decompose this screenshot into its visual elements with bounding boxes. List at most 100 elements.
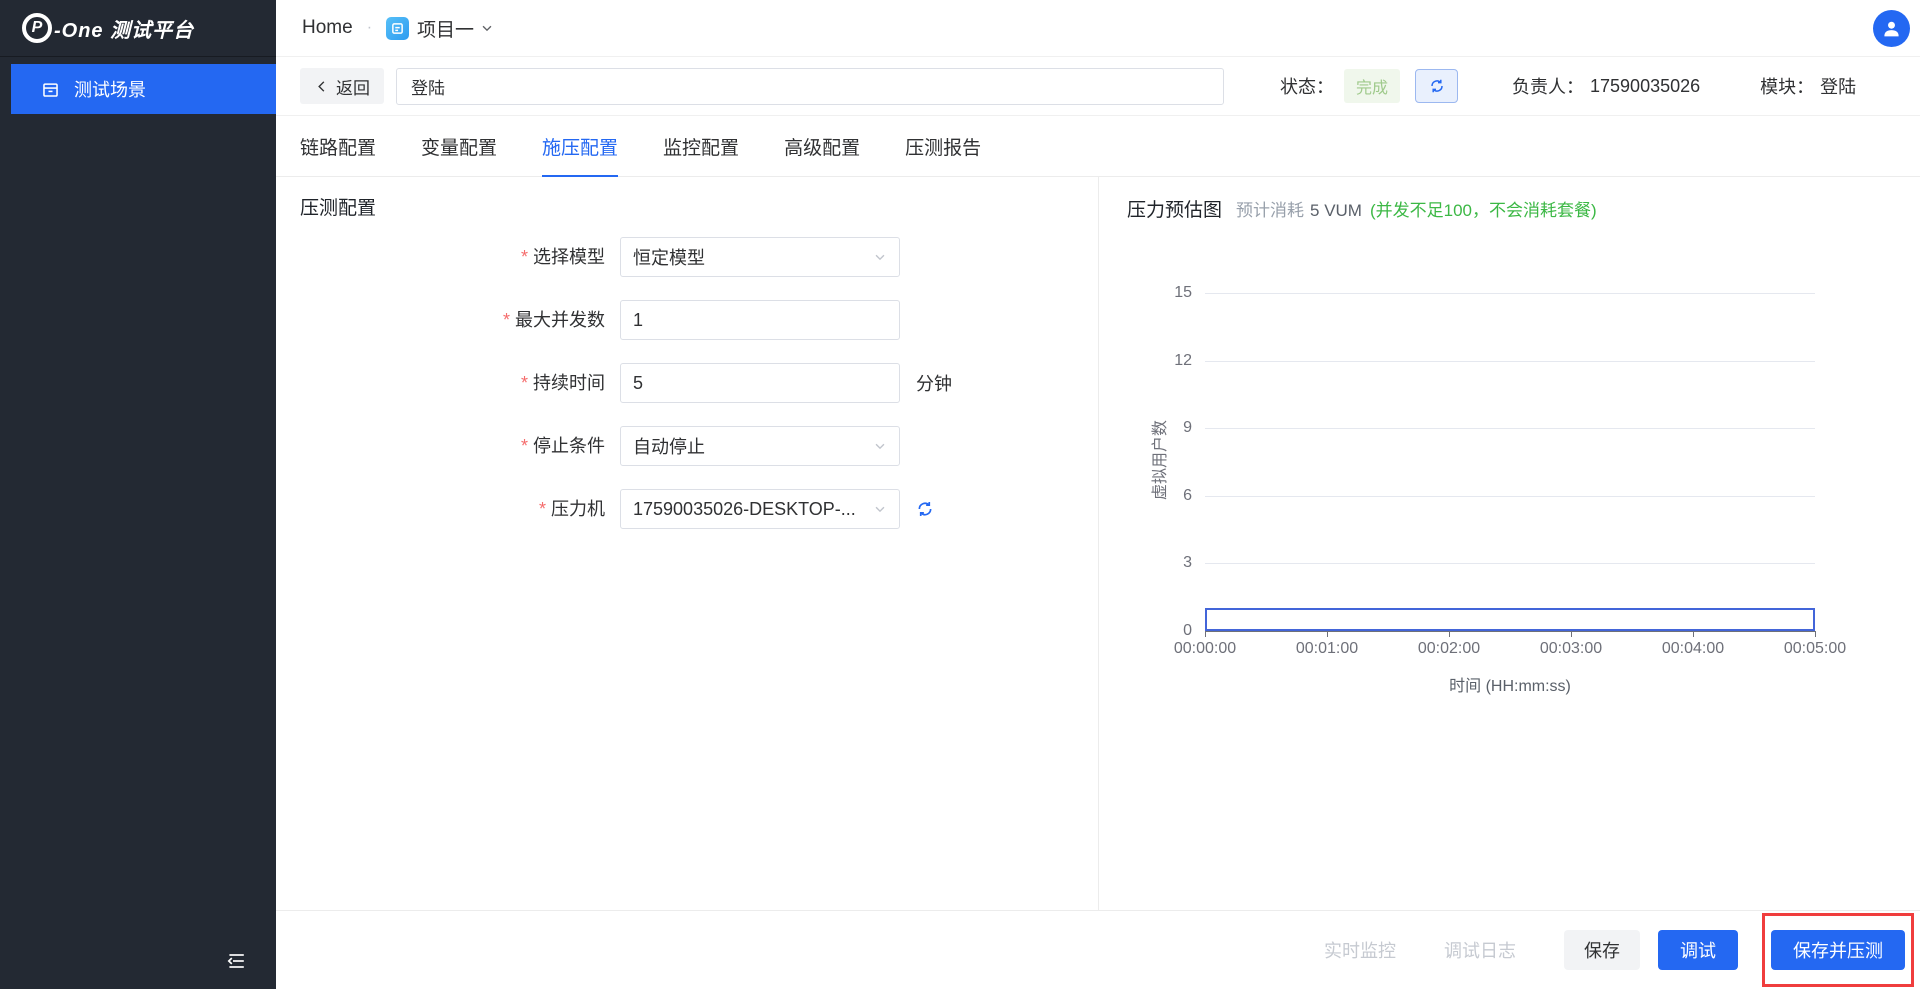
chart-title: 压力预估图 [1127,195,1222,222]
chart-x-tickmark [1571,631,1572,637]
chart-y-tick: 15 [1174,284,1192,302]
chart-x-tick: 00:04:00 [1662,640,1724,658]
debug-log-link[interactable]: 调试日志 [1444,937,1516,963]
chart-y-tick: 3 [1183,554,1192,572]
pressure-estimate-panel: 压力预估图 预计消耗 5 VUM (并发不足100，不会消耗套餐) 虚拟用户数 … [1098,177,1920,910]
chevron-down-icon [873,502,887,516]
stop-condition-select[interactable]: 自动停止 [620,426,900,466]
owner-label: 负责人： [1512,73,1584,99]
tab-variable-config[interactable]: 变量配置 [421,116,497,177]
chart-x-tick: 00:05:00 [1784,640,1846,658]
tab-test-report[interactable]: 压测报告 [905,116,981,177]
realtime-monitor-link[interactable]: 实时监控 [1324,937,1396,963]
chart-x-tick: 00:01:00 [1296,640,1358,658]
required-mark: * [521,373,528,393]
tab-link-config[interactable]: 链路配置 [300,116,376,177]
main-content: 压测配置 *选择模型 恒定模型 *最大并发数 *持续时间 分钟 *停止条件 自动… [276,177,1920,910]
required-mark: * [521,436,528,456]
action-bar: 实时监控 调试日志 保存 调试 保存并压测 [276,910,1920,989]
config-tabs: 链路配置 变量配置 施压配置 监控配置 高级配置 压测报告 [276,116,1920,177]
chart-y-tick: 6 [1183,487,1192,505]
sidebar-item-test-scenario[interactable]: 测试场景 [11,64,276,114]
chart-gridline [1205,428,1815,429]
sidebar-collapse-icon[interactable] [222,947,250,975]
chart-x-tick: 00:02:00 [1418,640,1480,658]
status-badge: 完成 [1344,69,1400,103]
chart-x-axis-label: 时间 (HH:mm:ss) [1449,672,1571,696]
scenario-box-icon [41,80,60,99]
logo-letter: P [32,19,43,37]
chart-x-tick: 00:03:00 [1540,640,1602,658]
chart-x-tickmark [1449,631,1450,637]
form-row-duration: *持续时间 分钟 [276,363,952,403]
chart-series-constant-load [1205,608,1815,631]
back-button[interactable]: 返回 [300,68,384,104]
chart-y-tick: 12 [1174,352,1192,370]
required-mark: * [503,310,510,330]
arrow-left-icon [314,79,329,94]
form-row-model: *选择模型 恒定模型 [276,237,900,277]
breadcrumb-home[interactable]: Home [302,17,353,39]
refresh-status-button[interactable] [1415,69,1458,103]
module-value: 登陆 [1820,73,1856,99]
debug-button[interactable]: 调试 [1658,930,1738,970]
model-select-value: 恒定模型 [633,244,705,270]
chart-subtitle-prefix: 预计消耗 [1236,196,1304,221]
scenario-name-input[interactable] [396,68,1224,105]
chart-gridline [1205,563,1815,564]
owner-value: 17590035026 [1590,76,1700,97]
chart-gridline [1205,293,1815,294]
save-and-test-button[interactable]: 保存并压测 [1771,930,1905,970]
tab-pressure-config[interactable]: 施压配置 [542,116,618,177]
refresh-icon [916,500,934,518]
chart-y-tick: 0 [1183,622,1192,640]
owner-group: 负责人： 17590035026 [1512,73,1700,99]
scenario-toolbar: 返回 状态： 完成 负责人： 17590035026 模块： 登陆 [276,57,1920,116]
field-label: *停止条件 [276,426,605,466]
project-name: 项目一 [417,15,474,42]
refresh-load-generator-button[interactable] [916,500,934,518]
form-row-stop-condition: *停止条件 自动停止 [276,426,900,466]
chart-y-tick: 9 [1183,419,1192,437]
save-and-test-annotation: 保存并压测 [1771,930,1905,970]
chart-x-tickmark [1815,631,1816,637]
load-generator-select[interactable]: 17590035026-DESKTOP-... [620,489,900,529]
user-avatar[interactable] [1873,10,1910,47]
project-selector[interactable]: 项目一 [386,15,494,42]
max-concurrency-input[interactable] [620,300,900,340]
chevron-down-icon [873,439,887,453]
chart-subtitle-value: 5 VUM [1310,201,1362,221]
field-label: *压力机 [276,489,605,529]
form-row-max-concurrency: *最大并发数 [276,300,900,340]
tab-advanced-config[interactable]: 高级配置 [784,116,860,177]
chart-plot: 0369121500:00:0000:01:0000:02:0000:03:00… [1205,293,1815,632]
chart-header: 压力预估图 预计消耗 5 VUM (并发不足100，不会消耗套餐) [1127,195,1597,222]
duration-unit: 分钟 [916,370,952,396]
header: Home · 项目一 [276,0,1920,57]
status-group: 状态： 完成 [1280,69,1458,103]
chart-note: (并发不足100，不会消耗套餐) [1370,196,1597,221]
chart-x-tickmark [1327,631,1328,637]
required-mark: * [539,499,546,519]
save-button[interactable]: 保存 [1564,930,1640,970]
stop-condition-value: 自动停止 [633,433,705,459]
section-title: 压测配置 [300,193,376,220]
module-label: 模块： [1760,73,1814,99]
app: P -One 测试平台 测试场景 Home · 项 [0,0,1920,989]
chart-x-tick: 00:00:00 [1174,640,1236,658]
chart-y-axis-label: 虚拟用户数 [1146,420,1170,500]
chevron-down-icon [873,250,887,264]
logo-icon: P [22,13,52,43]
status-label: 状态： [1280,73,1334,99]
chart-gridline [1205,496,1815,497]
form-row-load-generator: *压力机 17590035026-DESKTOP-... [276,489,934,529]
tab-monitor-config[interactable]: 监控配置 [663,116,739,177]
field-label: *最大并发数 [276,300,605,340]
field-label: *选择模型 [276,237,605,277]
app-logo: P -One 测试平台 [0,0,276,57]
load-generator-value: 17590035026-DESKTOP-... [633,499,856,520]
model-select[interactable]: 恒定模型 [620,237,900,277]
duration-input[interactable] [620,363,900,403]
refresh-icon [1429,78,1445,94]
required-mark: * [521,247,528,267]
